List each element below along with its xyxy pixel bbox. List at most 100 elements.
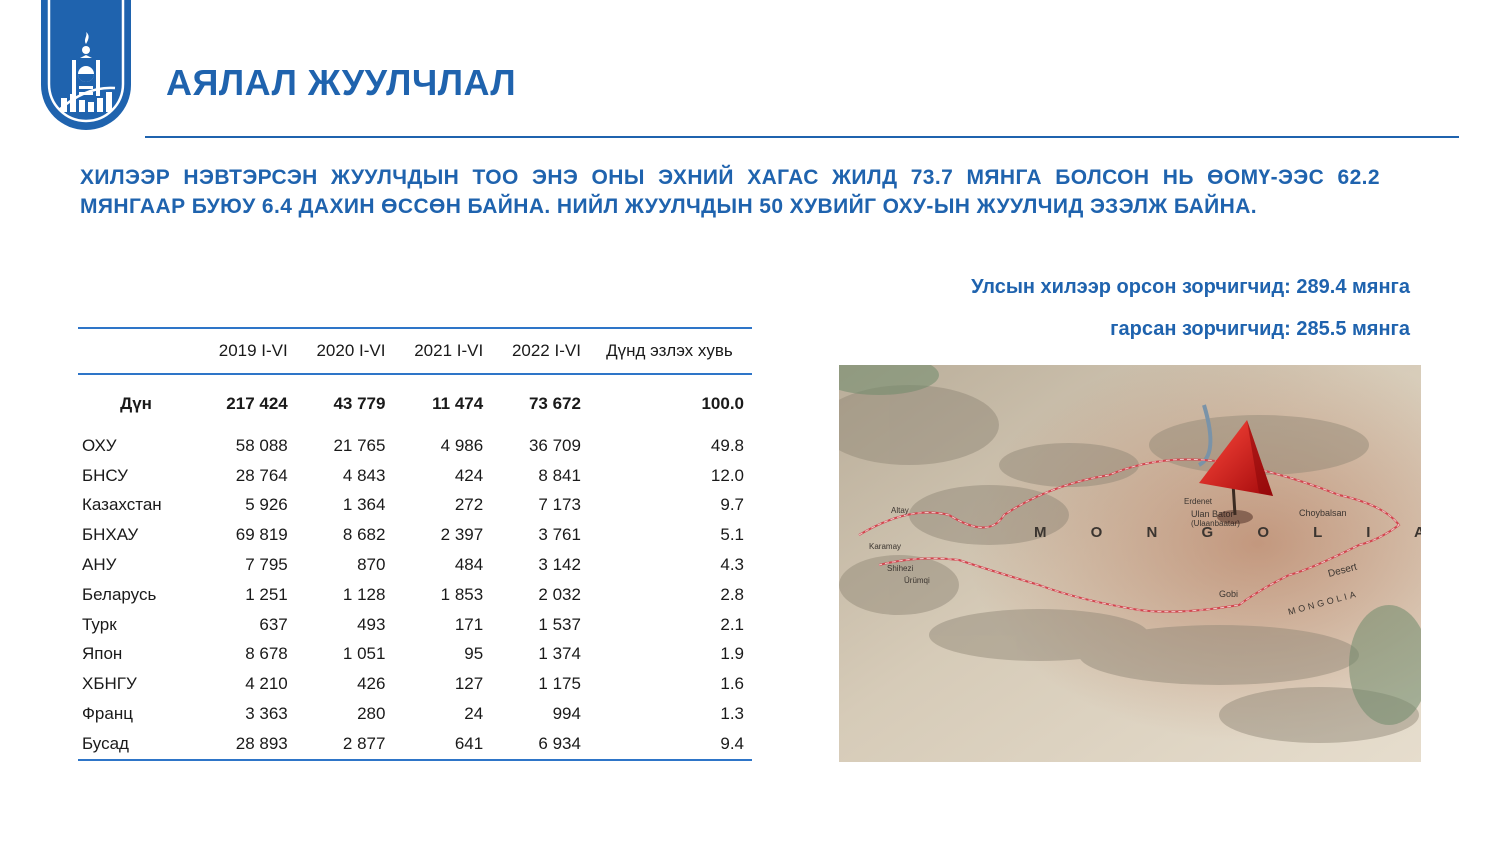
map-label-erdenet: Erdenet [1184,497,1213,506]
table-cell: 1 374 [538,644,581,664]
title-divider [145,136,1459,138]
table-header-row: 2019 I-VI 2020 I-VI 2021 I-VI 2022 I-VI … [78,328,752,374]
table-cell: 9.7 [720,495,744,515]
table-row: ХБНГУ 4 210 426 127 1 175 1.6 [78,669,752,699]
table-cell: 1.9 [720,644,744,664]
table-cell: Беларусь [82,584,157,604]
table-cell: 6 934 [538,733,581,753]
table-cell: 8 682 [342,525,386,545]
map-label-shihezi: Shihezi [887,564,913,573]
table-cell: 493 [357,614,386,634]
table-row: ОХУ 58 088 21 765 4 986 36 709 49.8 [78,431,752,461]
table-cell: 127 [454,674,484,694]
table-cell: 2 397 [440,525,484,545]
table-cell: 870 [357,555,386,575]
table-row: Бусад 28 893 2 877 641 6 934 9.4 [78,729,752,760]
table-cell: 1 175 [538,674,581,694]
table-cell: 8 841 [538,465,581,485]
table-cell: 36 709 [528,435,581,455]
table-cell: 424 [454,465,484,485]
table-cell: Япон [82,644,123,664]
header-cell-2021: 2021 I-VI [414,341,484,360]
table-cell: 3 761 [538,525,581,545]
mongolia-map-image: M O N G O L I A Ulan Bator (Ulaanbaatar)… [839,365,1421,762]
table-row: БНХАУ 69 819 8 682 2 397 3 761 5.1 [78,520,752,550]
table-cell: 3 142 [538,555,581,575]
table-cell: Турк [82,614,117,634]
header-cell-share: Дүнд эзлэх хувь [606,341,733,360]
tourist-arrivals-table-wrap: 2019 I-VI 2020 I-VI 2021 I-VI 2022 I-VI … [78,327,752,761]
table-cell: 1 128 [342,584,386,604]
table-cell: 7 173 [538,495,581,515]
table-row: Турк 637 493 171 1 537 2.1 [78,610,752,640]
table-cell: 2 032 [538,584,581,604]
table-cell: 217 424 [226,394,288,413]
table-cell: 5 926 [245,495,288,515]
table-cell: 1.3 [720,704,744,724]
map-label-altay: Altay [891,506,909,515]
table-cell: Франц [82,704,133,724]
tourist-arrivals-table: 2019 I-VI 2020 I-VI 2021 I-VI 2022 I-VI … [78,327,752,761]
header-cell-2020: 2020 I-VI [316,341,386,360]
soyombo-logo-icon [41,0,131,130]
table-cell: 5.1 [720,525,744,545]
stat-entered-passengers: Улсын хилээр орсон зорчигчид: 289.4 мянг… [971,276,1410,298]
stat-exited-passengers: гарсан зорчигчид: 285.5 мянга [1110,318,1410,340]
table-cell: АНУ [82,555,117,575]
table-row: АНУ 7 795 870 484 3 142 4.3 [78,550,752,580]
table-row: Япон 8 678 1 051 95 1 374 1.9 [78,640,752,670]
table-cell: 2.1 [720,614,744,634]
table-cell: 49.8 [710,435,744,455]
table-cell: 8 678 [245,644,288,664]
header-cell-2022: 2022 I-VI [511,341,581,360]
table-cell: 2.8 [720,584,744,604]
table-cell: 43 779 [333,394,386,413]
table-cell: ОХУ [82,435,117,455]
table-row: Франц 3 363 280 24 994 1.3 [78,699,752,729]
table-cell: 171 [454,614,484,634]
table-cell: 637 [259,614,288,634]
map-label-gobi: Gobi [1219,589,1238,599]
table-cell: 1 251 [245,584,288,604]
table-cell: БНХАУ [82,525,139,545]
table-cell: 641 [454,733,484,753]
headline-summary: ХИЛЭЭР НЭВТЭРСЭН ЖУУЛЧДЫН ТОО ЭНЭ ОНЫ ЭХ… [80,166,1380,218]
table-cell: 24 [464,704,484,724]
table-cell: 4 986 [440,435,484,455]
table-cell: 1.6 [720,674,744,694]
table-cell: Бусад [82,733,129,753]
table-cell: 69 819 [235,525,288,545]
table-cell: Казахстан [82,495,162,515]
table-cell: 4.3 [720,555,744,575]
table-cell: 11 474 [432,394,484,413]
table-cell: ХБНГУ [82,674,137,694]
table-cell: 3 363 [245,704,288,724]
map-label-urumqi: Ürümqi [904,576,930,585]
table-cell: 73 672 [528,394,581,413]
page-title: АЯЛАЛ ЖУУЛЧЛАЛ [166,62,517,103]
table-row: Казахстан 5 926 1 364 272 7 173 9.7 [78,491,752,521]
map-label-choybalsan: Choybalsan [1299,508,1347,518]
table-cell: 21 765 [333,435,386,455]
table-cell: 12.0 [710,465,744,485]
table-row: БНСУ 28 764 4 843 424 8 841 12.0 [78,461,752,491]
table-row-total: Дүн 217 424 43 779 11 474 73 672 100.0 [78,374,752,431]
table-cell: 28 764 [235,465,288,485]
table-cell: 100.0 [701,394,744,413]
map-label-karamay: Karamay [869,542,901,551]
table-cell: 1 051 [342,644,386,664]
table-cell: Дүн [120,394,152,413]
table-cell: 95 [464,644,484,664]
table-cell: 484 [454,555,484,575]
header-cell-2019: 2019 I-VI [218,341,288,360]
table-cell: 28 893 [235,733,288,753]
table-cell: 994 [552,704,581,724]
table-cell: 4 210 [245,674,288,694]
table-cell: 426 [357,674,386,694]
table-cell: 272 [454,495,484,515]
table-cell: 1 364 [342,495,386,515]
table-row: Беларусь 1 251 1 128 1 853 2 032 2.8 [78,580,752,610]
table-cell: 1 853 [440,584,484,604]
table-cell: 1 537 [538,614,581,634]
table-cell: 280 [357,704,386,724]
